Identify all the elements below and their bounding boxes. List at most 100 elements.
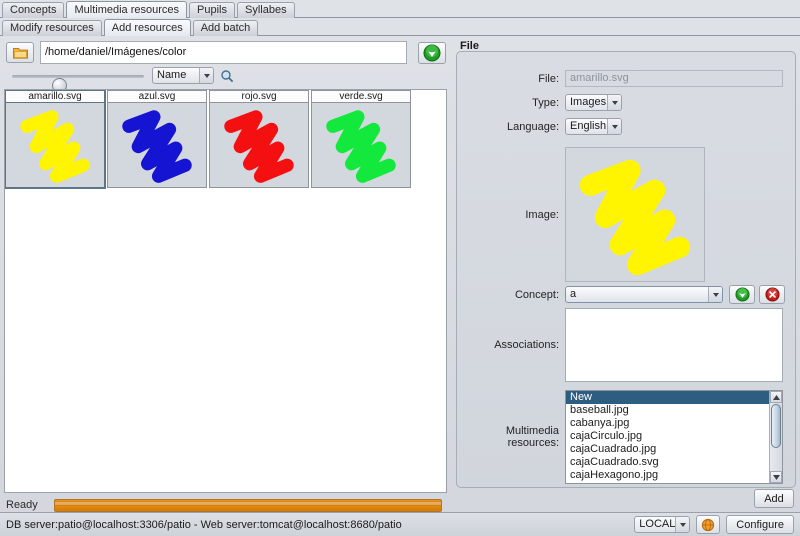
status-label: Ready — [6, 499, 38, 511]
file-thumbnail-image — [5, 103, 105, 188]
file-browser-pane: /home/daniel/Imágenes/color Name amarill… — [0, 37, 450, 512]
file-thumbnail[interactable]: azul.svg — [107, 90, 207, 188]
sort-combo[interactable]: Name — [152, 67, 214, 84]
environment-combo[interactable]: LOCAL — [634, 516, 691, 533]
file-thumbnail-image — [209, 103, 309, 188]
type-label: Type: — [532, 96, 559, 109]
orange-globe-icon — [702, 518, 715, 531]
concept-row: Concept: a — [457, 285, 795, 304]
multimedia-list-item[interactable]: cajaCuadrado.svg — [566, 456, 769, 469]
multimedia-list-item[interactable]: cabanya.jpg — [566, 417, 769, 430]
tab-modify-resources[interactable]: Modify resources — [2, 20, 102, 36]
path-toolbar: /home/daniel/Imágenes/color — [6, 41, 446, 64]
language-label: Language: — [507, 120, 559, 133]
tab-add-resources[interactable]: Add resources — [103, 19, 191, 36]
multimedia-list-item[interactable]: cajaCirculo.jpg — [566, 430, 769, 443]
concept-add-button[interactable] — [729, 285, 755, 304]
file-name-label: File: — [538, 72, 559, 85]
multimedia-scrollbar[interactable] — [769, 391, 782, 483]
file-thumbnail-label: verde.svg — [311, 90, 411, 103]
file-thumbnail-label: azul.svg — [107, 90, 207, 103]
image-row: Image: — [457, 147, 795, 282]
file-name-value: amarillo.svg — [565, 70, 783, 87]
multimedia-list-item[interactable]: baseball.jpg — [566, 404, 769, 417]
type-combo[interactable]: Images — [565, 94, 622, 111]
file-thumbnail-label: rojo.svg — [209, 90, 309, 103]
brush-stroke-icon — [579, 159, 691, 275]
concept-combo-value: a — [570, 289, 577, 300]
tab-syllabes[interactable]: Syllabes — [237, 2, 295, 18]
associations-label: Associations: — [494, 339, 559, 351]
file-thumbnail-image — [107, 103, 207, 188]
progress-bar — [54, 498, 442, 512]
file-thumbnail-list[interactable]: amarillo.svg azul.svg rojo.svg verde.svg — [4, 89, 447, 493]
tab-add-batch[interactable]: Add batch — [192, 20, 259, 36]
folder-icon-button[interactable] — [6, 42, 34, 63]
associations-list[interactable] — [565, 308, 783, 382]
file-thumbnail-image — [311, 103, 411, 188]
view-options-toolbar: Name — [6, 66, 446, 93]
concept-label: Concept: — [514, 288, 559, 301]
configure-button[interactable]: Configure — [726, 515, 794, 534]
scroll-down-button[interactable] — [770, 471, 782, 483]
file-thumbnail[interactable]: verde.svg — [311, 90, 411, 188]
go-button[interactable] — [418, 42, 446, 64]
concept-remove-button[interactable] — [759, 285, 785, 304]
environment-icon-button[interactable] — [696, 515, 721, 534]
associations-row: Associations: — [457, 308, 795, 382]
type-combo-value: Images — [570, 97, 607, 108]
caret-down-icon — [772, 474, 780, 480]
multimedia-resources-list[interactable]: New baseball.jpg cabanya.jpg cajaCirculo.jp… — [565, 390, 783, 484]
tab-multimedia-resources[interactable]: Multimedia resources — [66, 1, 188, 18]
path-input[interactable]: /home/daniel/Imágenes/color — [40, 41, 407, 64]
chevron-down-icon — [708, 287, 722, 302]
application-window: Concepts Multimedia resources Pupils Syllab… — [0, 0, 800, 536]
primary-tabstrip: Concepts Multimedia resources Pupils Syllab… — [0, 0, 800, 18]
tab-concepts[interactable]: Concepts — [2, 2, 65, 18]
brush-stroke-icon — [20, 110, 90, 183]
language-row: Language: English — [457, 118, 795, 135]
language-combo-value: English — [570, 121, 607, 132]
magnifier-icon[interactable] — [220, 69, 234, 83]
multimedia-list-items: New baseball.jpg cabanya.jpg cajaCirculo.jp… — [566, 391, 769, 483]
scroll-up-button[interactable] — [770, 391, 782, 403]
multimedia-list-item[interactable]: New — [566, 391, 769, 404]
chevron-down-icon — [675, 517, 690, 532]
file-group-box: File: amarillo.svg Type: Images Language… — [456, 51, 796, 488]
chevron-down-icon — [199, 68, 213, 83]
chevron-down-icon — [607, 95, 621, 110]
server-info-label: DB server:patio@localhost:3306/patio - W… — [6, 518, 402, 531]
environment-combo-value: LOCAL — [639, 519, 676, 530]
file-thumbnail-label: amarillo.svg — [5, 90, 105, 103]
caret-up-icon — [772, 394, 780, 400]
tab-pupils[interactable]: Pupils — [189, 2, 235, 18]
multimedia-list-item[interactable]: cajaCuadrado.jpg — [566, 443, 769, 456]
concept-combo[interactable]: a — [565, 286, 723, 303]
add-button[interactable]: Add — [754, 489, 794, 508]
file-thumbnail[interactable]: rojo.svg — [209, 90, 309, 188]
thumbnail-row: amarillo.svg azul.svg rojo.svg verde.svg — [5, 90, 446, 189]
thumbnail-size-slider[interactable] — [12, 75, 144, 93]
file-thumbnail[interactable]: amarillo.svg — [5, 90, 106, 189]
sort-combo-value: Name — [157, 70, 187, 81]
scrollbar-thumb[interactable] — [771, 404, 781, 448]
image-preview — [565, 147, 705, 282]
type-row: Type: Images — [457, 94, 795, 111]
brush-stroke-icon — [224, 110, 294, 183]
multimedia-row: Multimedia resources: New baseball.jpg cab… — [457, 390, 795, 484]
secondary-tabstrip: Modify resources Add resources Add batch — [0, 19, 800, 36]
folder-icon — [12, 48, 28, 59]
multimedia-label: Multimedia resources: — [505, 425, 559, 449]
brush-stroke-icon — [122, 110, 192, 183]
file-details-pane: File File: amarillo.svg Type: Images Lan… — [452, 37, 800, 508]
multimedia-list-item[interactable]: cajaHexagono.jpg — [566, 469, 769, 482]
red-remove-icon — [764, 287, 780, 302]
language-combo[interactable]: English — [565, 118, 622, 135]
image-label: Image: — [525, 208, 559, 221]
green-go-arrow-icon — [423, 44, 441, 62]
brush-stroke-icon — [326, 110, 396, 183]
chevron-down-icon — [607, 119, 621, 134]
file-name-row: File: amarillo.svg — [457, 70, 795, 87]
green-add-icon — [734, 287, 750, 302]
status-bar: DB server:patio@localhost:3306/patio - W… — [0, 512, 800, 536]
